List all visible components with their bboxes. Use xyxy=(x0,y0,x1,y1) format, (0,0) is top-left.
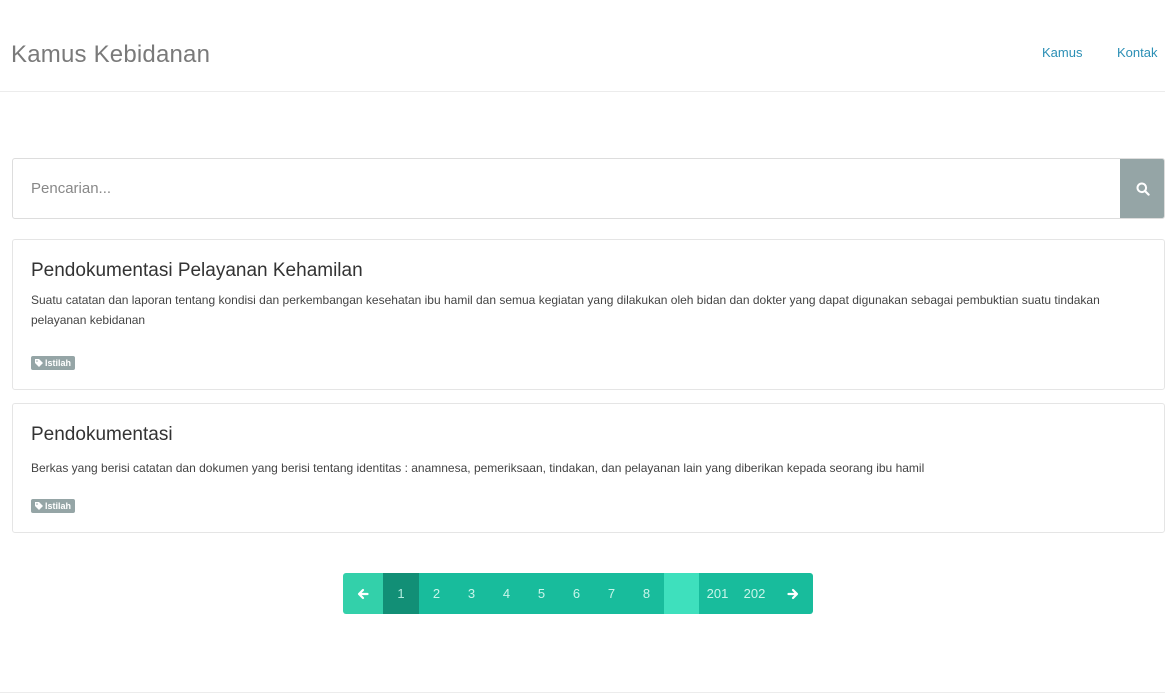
pagination-page-5[interactable]: 5 xyxy=(524,573,559,614)
brand-title[interactable]: Kamus Kebidanan xyxy=(11,41,210,69)
result-card: Pendokumentasi Pelayanan Kehamilan Suatu… xyxy=(12,239,1165,390)
search-input[interactable] xyxy=(13,159,1120,218)
pagination-page-2[interactable]: 2 xyxy=(419,573,454,614)
pagination-next-button[interactable] xyxy=(773,573,813,614)
arrow-left-icon xyxy=(357,588,369,599)
tag-badge[interactable]: Istilah xyxy=(31,499,76,513)
pagination-page-3[interactable]: 3 xyxy=(454,573,489,614)
pagination-page-4[interactable]: 4 xyxy=(489,573,524,614)
search-button[interactable] xyxy=(1120,159,1164,218)
pagination-page-8[interactable]: 8 xyxy=(629,573,664,614)
navbar: Kamus Kebidanan Kamus Kontak xyxy=(0,0,1165,92)
pagination-page-7[interactable]: 7 xyxy=(594,573,629,614)
pagination-page-202[interactable]: 202 xyxy=(736,573,773,614)
tag-label: Istilah xyxy=(45,358,72,368)
pagination-prev-button[interactable] xyxy=(343,573,383,614)
result-description: Suatu catatan dan laporan tentang kondis… xyxy=(31,293,1100,327)
search-bar xyxy=(12,158,1165,219)
pagination-page-201[interactable]: 201 xyxy=(699,573,736,614)
tag-label: Istilah xyxy=(45,501,72,511)
result-title[interactable]: Pendokumentasi Pelayanan Kehamilan xyxy=(31,260,363,282)
tag-icon xyxy=(35,359,43,367)
footer-divider xyxy=(0,692,1165,693)
nav-link-kontak[interactable]: Kontak xyxy=(1117,45,1157,60)
arrow-right-icon xyxy=(787,588,799,599)
search-icon xyxy=(1136,182,1150,196)
pagination-ellipsis xyxy=(664,573,699,614)
tag-badge[interactable]: Istilah xyxy=(31,356,76,370)
pagination: 1 2 3 4 5 6 7 8 201 202 xyxy=(343,573,813,614)
result-card: Pendokumentasi Berkas yang berisi catata… xyxy=(12,403,1165,533)
tag-icon xyxy=(35,502,43,510)
pagination-page-6[interactable]: 6 xyxy=(559,573,594,614)
result-title[interactable]: Pendokumentasi xyxy=(31,424,173,446)
nav-link-kamus[interactable]: Kamus xyxy=(1042,45,1082,60)
result-description: Berkas yang berisi catatan dan dokumen y… xyxy=(31,461,925,475)
pagination-page-1[interactable]: 1 xyxy=(383,573,419,614)
